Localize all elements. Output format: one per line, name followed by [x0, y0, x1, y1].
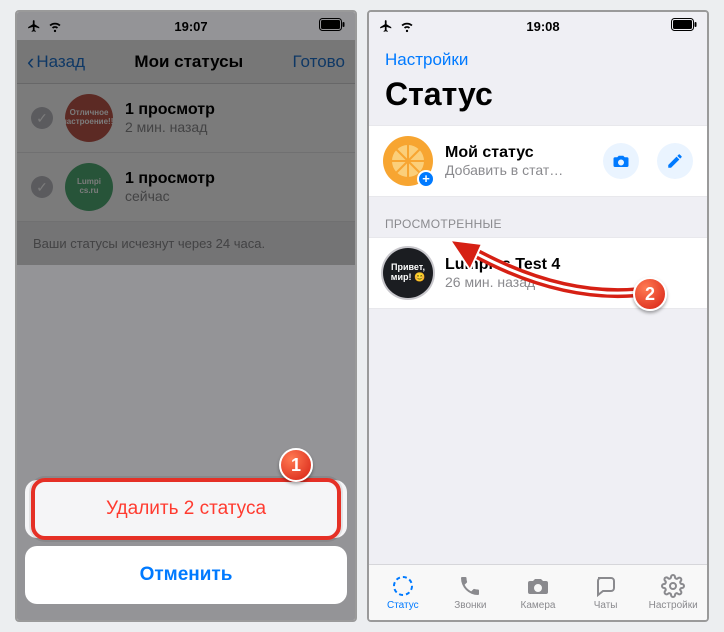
status-bar: 19:08: [369, 12, 707, 40]
my-status-row[interactable]: + Мой статус Добавить в стат…: [369, 125, 707, 197]
left-screenshot: 19:07 ‹ Назад Мои статусы Готово ✓ Отлич…: [15, 10, 357, 622]
tab-camera[interactable]: Камера: [504, 565, 572, 620]
airplane-mode-icon: [27, 19, 41, 33]
tab-settings[interactable]: Настройки: [639, 565, 707, 620]
clock: 19:07: [174, 19, 207, 34]
status-tab-icon: [391, 574, 415, 598]
tab-status[interactable]: Статус: [369, 565, 437, 620]
clock: 19:08: [526, 19, 559, 34]
camera-tab-icon: [526, 574, 550, 598]
annotation-arrow: [440, 230, 655, 310]
pencil-icon: [666, 152, 684, 170]
tab-bar: Статус Звонки Камера Чаты Настройки: [369, 564, 707, 620]
row-title: 1 просмотр: [125, 101, 215, 119]
done-button[interactable]: Готово: [292, 52, 345, 72]
check-icon: ✓: [31, 176, 53, 198]
airplane-mode-icon: [379, 19, 393, 33]
status-bar: 19:07: [17, 12, 355, 40]
right-screenshot: 19:08 Настройки Статус + Мой статус Доба…: [367, 10, 709, 622]
annotation-badge-2: 2: [633, 277, 667, 311]
tab-calls[interactable]: Звонки: [437, 565, 505, 620]
wifi-icon: [399, 19, 415, 33]
cancel-button[interactable]: Отменить: [25, 546, 347, 604]
tab-chats[interactable]: Чаты: [572, 565, 640, 620]
navbar: ‹ Назад Мои статусы Готово: [17, 40, 355, 84]
battery-icon: [671, 18, 697, 31]
annotation-badge-1: 1: [279, 448, 313, 482]
my-status-thumbnail: +: [383, 136, 433, 186]
my-status-subtitle: Добавить в стат…: [445, 162, 563, 178]
plus-badge-icon: +: [417, 170, 435, 188]
gear-icon: [661, 574, 685, 598]
row-subtitle: сейчас: [125, 188, 215, 204]
check-icon: ✓: [31, 107, 53, 129]
row-subtitle: 2 мин. назад: [125, 119, 215, 135]
camera-status-button[interactable]: [603, 143, 639, 179]
status-thumbnail: Lumpi cs.ru: [65, 163, 113, 211]
wifi-icon: [47, 19, 63, 33]
camera-icon: [612, 152, 630, 170]
battery-icon: [319, 18, 345, 31]
status-thumbnail: Отличное настроение!!!: [65, 94, 113, 142]
status-row[interactable]: ✓ Lumpi cs.ru 1 просмотр сейчас: [17, 153, 355, 222]
page-title: Мои статусы: [134, 52, 243, 72]
back-button[interactable]: ‹ Назад: [27, 52, 85, 72]
phone-icon: [458, 574, 482, 598]
status-row[interactable]: ✓ Отличное настроение!!! 1 просмотр 2 ми…: [17, 84, 355, 153]
highlight-delete: [31, 478, 341, 540]
viewed-thumbnail: Привет, мир! 😊: [383, 248, 433, 298]
my-status-title: Мой статус: [445, 144, 563, 162]
pencil-status-button[interactable]: [657, 143, 693, 179]
disappear-hint: Ваши статусы исчезнут через 24 часа.: [17, 222, 355, 265]
row-title: 1 просмотр: [125, 170, 215, 188]
page-title: Статус: [369, 72, 707, 125]
chats-icon: [594, 574, 618, 598]
settings-back-link[interactable]: Настройки: [369, 40, 707, 72]
